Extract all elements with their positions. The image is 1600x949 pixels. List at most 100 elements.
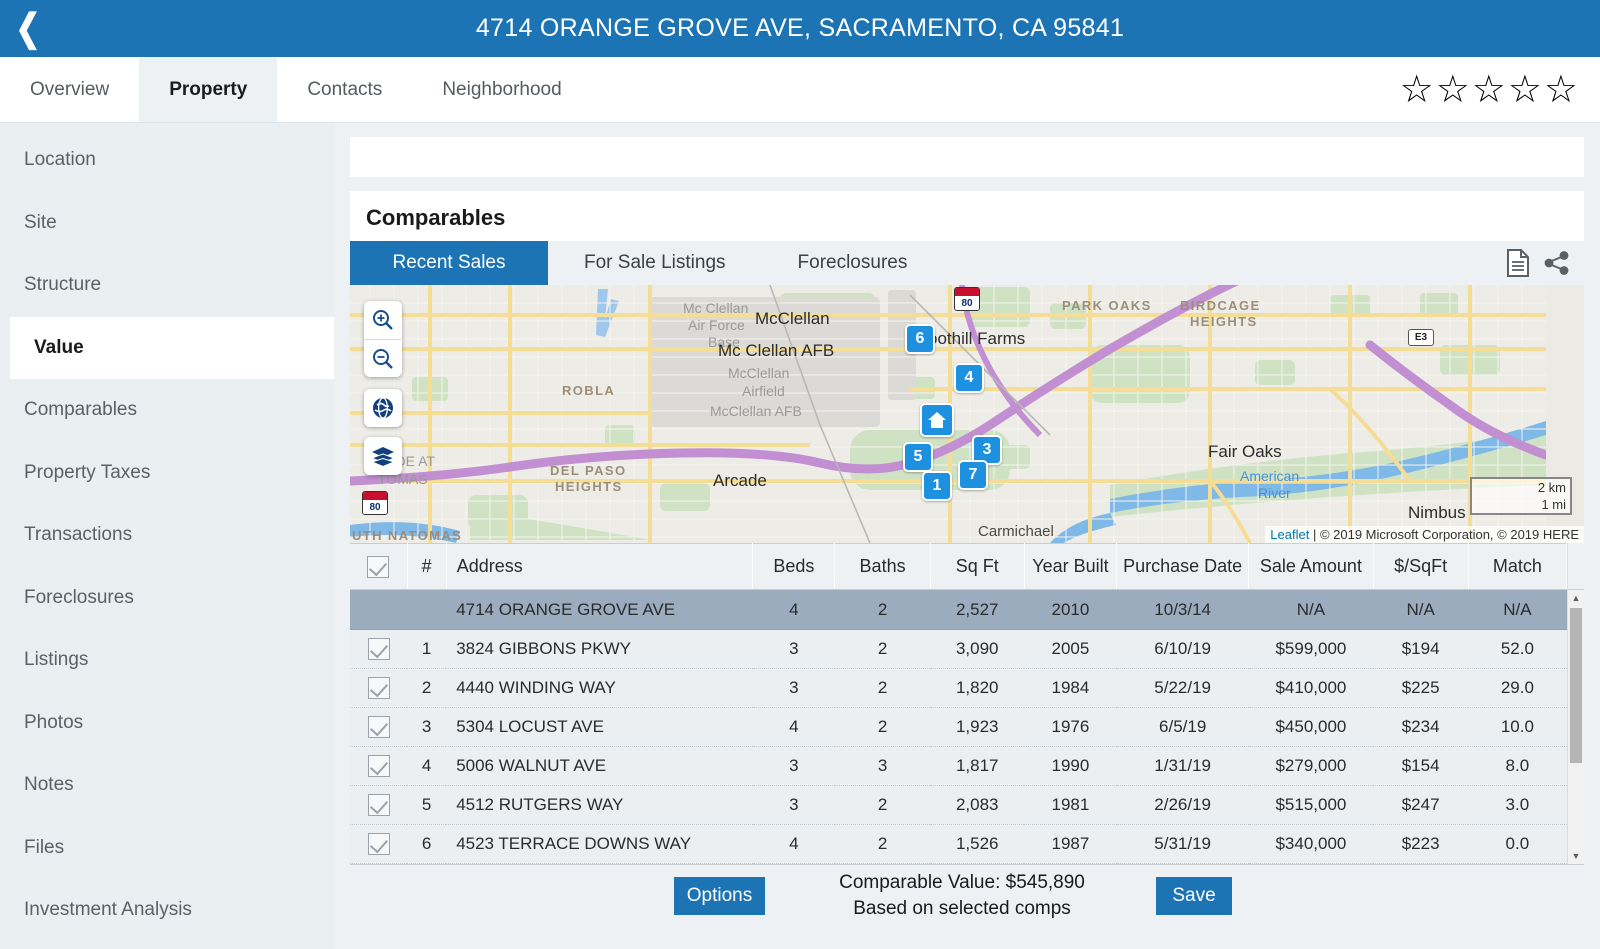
map-marker-subject-home[interactable] [920, 403, 954, 437]
scrollbar-thumb[interactable] [1570, 608, 1582, 763]
th-year-built[interactable]: Year Built [1024, 543, 1118, 590]
table-row[interactable]: 5 4512 RUTGERS WAY 3 2 2,083 1981 2/26/1… [350, 785, 1567, 825]
sidebar-item-location[interactable]: Location [0, 129, 334, 192]
tab-neighborhood[interactable]: Neighborhood [412, 57, 591, 122]
cell-number: 6 [407, 824, 447, 864]
cell-baths: 2 [834, 629, 931, 669]
cell-check[interactable] [350, 785, 408, 825]
cell-check[interactable] [350, 629, 408, 669]
leaflet-link[interactable]: Leaflet [1270, 527, 1309, 542]
th-select-all[interactable] [350, 543, 408, 590]
star-3[interactable]: ☆ [1472, 71, 1506, 109]
sidebar-item-label: Location [24, 149, 96, 171]
cell-beds: 3 [752, 785, 835, 825]
star-1[interactable]: ☆ [1400, 71, 1434, 109]
cell-address: 4512 RUTGERS WAY [446, 785, 753, 825]
th-beds[interactable]: Beds [752, 543, 836, 590]
row-checkbox[interactable] [367, 677, 390, 699]
sidebar-item-files[interactable]: Files [0, 817, 334, 880]
sidebar-item-structure[interactable]: Structure [0, 254, 334, 317]
table-vertical-scrollbar[interactable]: ▲ ▼ [1567, 543, 1584, 864]
tab-overview[interactable]: Overview [0, 57, 139, 122]
sidebar-item-listings[interactable]: Listings [0, 629, 334, 692]
map-marker-4[interactable]: 4 [954, 363, 984, 393]
zoom-in-icon [373, 310, 393, 330]
sidebar-item-notes[interactable]: Notes [0, 754, 334, 817]
share-icon[interactable] [1544, 250, 1570, 276]
map-marker-7[interactable]: 7 [958, 460, 988, 490]
table-row[interactable]: 1 3824 GIBBONS PKWY 3 2 3,090 2005 6/10/… [350, 629, 1567, 669]
sidebar-item-value[interactable]: Value [10, 316, 334, 379]
row-checkbox[interactable] [367, 638, 390, 660]
scrollbar-track[interactable]: ▲ ▼ [1568, 590, 1584, 864]
tab-contacts[interactable]: Contacts [277, 57, 412, 122]
row-checkbox[interactable] [367, 794, 390, 816]
tab-property[interactable]: Property [139, 57, 278, 122]
sidebar-item-foreclosures[interactable]: Foreclosures [0, 567, 334, 630]
cell-match: 52.0 [1468, 629, 1567, 669]
table-row[interactable]: 4 5006 WALNUT AVE 3 3 1,817 1990 1/31/19… [350, 746, 1567, 786]
scroll-down-arrow[interactable]: ▼ [1568, 848, 1584, 864]
row-checkbox[interactable] [367, 716, 390, 738]
cell-match: 29.0 [1468, 668, 1567, 708]
map-marker-5[interactable]: 5 [898, 437, 936, 475]
sidebar-item-transactions[interactable]: Transactions [0, 504, 334, 567]
cell-match: 8.0 [1468, 746, 1567, 786]
route-e3-shield-icon: E3 [1408, 329, 1434, 346]
th-purchase-date[interactable]: Purchase Date [1116, 543, 1250, 590]
cell-sqft: 1,820 [930, 668, 1025, 708]
cell-purchase-date: 5/22/19 [1116, 668, 1249, 708]
sidebar-item-photos[interactable]: Photos [0, 692, 334, 755]
comparables-actions [1506, 249, 1570, 277]
subtab-for-sale-listings[interactable]: For Sale Listings [548, 241, 762, 285]
sidebar-item-site[interactable]: Site [0, 192, 334, 255]
select-all-checkbox[interactable] [367, 555, 390, 578]
sidebar-item-comparables[interactable]: Comparables [0, 379, 334, 442]
options-button[interactable]: Options [674, 876, 765, 915]
row-checkbox[interactable] [367, 833, 390, 855]
sidebar-item-property-taxes[interactable]: Property Taxes [0, 442, 334, 505]
star-5[interactable]: ☆ [1544, 71, 1578, 109]
table-row-subject[interactable]: 4714 ORANGE GROVE AVE 4 2 2,527 2010 10/… [350, 589, 1567, 630]
table-row[interactable]: 2 4440 WINDING WAY 3 2 1,820 1984 5/22/1… [350, 668, 1567, 708]
cell-check[interactable] [350, 707, 408, 747]
th-baths[interactable]: Baths [834, 543, 931, 590]
cell-match: 10.0 [1468, 707, 1567, 747]
cell-check[interactable] [350, 824, 408, 864]
star-4[interactable]: ☆ [1508, 71, 1542, 109]
zoom-out-button[interactable] [364, 339, 402, 377]
cell-check[interactable] [350, 746, 408, 786]
subtab-foreclosures[interactable]: Foreclosures [762, 241, 944, 285]
zoom-in-button[interactable] [364, 301, 402, 339]
scroll-up-arrow[interactable]: ▲ [1568, 590, 1584, 606]
report-icon[interactable] [1506, 249, 1530, 277]
table-row[interactable]: 6 4523 TERRACE DOWNS WAY 4 2 1,526 1987 … [350, 824, 1567, 864]
th-number[interactable]: # [407, 543, 447, 590]
value-summary-panel [350, 137, 1584, 177]
rating-stars[interactable]: ☆ ☆ ☆ ☆ ☆ [1400, 71, 1578, 109]
th-price-per-sqft[interactable]: $/SqFt [1373, 543, 1469, 590]
cell-price-per-sqft: $223 [1373, 824, 1469, 864]
cell-sqft: 2,527 [930, 589, 1025, 630]
th-address[interactable]: Address [446, 543, 754, 590]
sidebar-item-label: Foreclosures [24, 586, 134, 608]
layers-icon [371, 447, 395, 467]
map-globe-button[interactable] [364, 389, 402, 427]
save-button[interactable]: Save [1156, 876, 1232, 915]
cell-year-built: 1981 [1024, 785, 1117, 825]
map-marker-6[interactable]: 6 [905, 324, 935, 354]
map-layers-button[interactable] [364, 437, 402, 475]
comparables-map[interactable]: Mc Clellan Air Force Base McClellan Mc C… [350, 285, 1584, 543]
tab-overview-label: Overview [30, 78, 110, 100]
cell-purchase-date: 6/5/19 [1116, 707, 1249, 747]
subtab-recent-sales[interactable]: Recent Sales [350, 241, 548, 285]
row-checkbox[interactable] [367, 755, 390, 777]
star-2[interactable]: ☆ [1436, 71, 1470, 109]
th-sqft[interactable]: Sq Ft [930, 543, 1025, 590]
map-marker-1[interactable]: 1 [922, 471, 952, 501]
th-match[interactable]: Match [1468, 543, 1567, 590]
table-row[interactable]: 3 5304 LOCUST AVE 4 2 1,923 1976 6/5/19 … [350, 707, 1567, 747]
th-sale-amount[interactable]: Sale Amount [1248, 543, 1374, 590]
sidebar-item-investment-analysis[interactable]: Investment Analysis [0, 879, 334, 942]
cell-check[interactable] [350, 668, 408, 708]
